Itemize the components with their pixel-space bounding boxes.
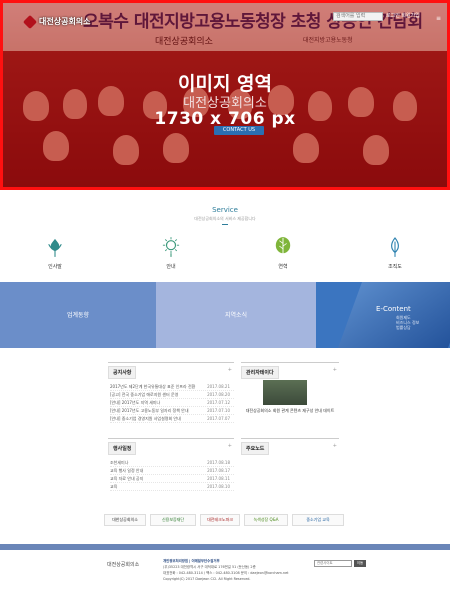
partner-logo[interactable]: 신용보증재단 xyxy=(150,514,196,526)
notice-board: 공지사항 + 2017년도 제2단계 한국유통대상 표준 인프라 전환 2017.… xyxy=(108,362,234,432)
leaf-icon xyxy=(275,237,291,257)
related-sites-select[interactable]: 관련사이트 xyxy=(314,560,352,567)
band-local-news[interactable]: 지역소식 xyxy=(156,282,316,348)
service-item-label: 조직도 xyxy=(388,264,402,270)
links-tab[interactable]: 주요노드 xyxy=(241,442,270,455)
events-board: 행사일정 + 조찬세미나 2017.08.18 교육 행사 일정 안내 2017.0… xyxy=(108,438,234,493)
news-thumbnail[interactable] xyxy=(263,380,307,405)
band-e-content[interactable]: E-Content 회원제도 비즈니스 정보 법률상담 xyxy=(316,282,450,348)
events-tab[interactable]: 행사일정 xyxy=(108,442,137,455)
service-item-greeting[interactable]: 인사말 xyxy=(25,236,85,270)
logo-mark-icon xyxy=(22,14,38,29)
more-icon[interactable]: + xyxy=(228,443,232,449)
news-tab[interactable]: 관리자테이다 xyxy=(241,366,279,379)
e-content-item[interactable]: 법률상담 xyxy=(396,325,419,330)
sun-icon xyxy=(162,237,180,257)
partner-logo[interactable]: 녹색성장 Q&A xyxy=(244,514,288,526)
e-content-items: 회원제도 비즈니스 정보 법률상담 xyxy=(396,315,419,330)
list-item[interactable]: 교육 2017.08.10 xyxy=(110,483,234,491)
band-industry-trends[interactable]: 업계동향 xyxy=(0,282,156,348)
band-label: 업계동향 xyxy=(66,312,90,319)
list-item[interactable]: [공고] 전국 중소기업 애로지원 센터 운영 2017.08.20 xyxy=(110,391,234,399)
service-divider xyxy=(222,224,228,225)
service-item-label: 인사말 xyxy=(48,264,62,270)
bloom-icon xyxy=(48,238,62,257)
site-footer: 대전상공회의소 개인정보처리방침 | 이메일무단수집거부 (우)35223 대전… xyxy=(0,550,450,600)
service-subtitle: 대전상공회의소의 서비스 제공합니다 xyxy=(194,216,256,221)
news-board: 관리자테이다 + 대전상공회의소 회원 관계 콘텐츠 재구성 안내 데이트 xyxy=(241,362,339,432)
list-item[interactable]: 교육 행사 일정 안내 2017.08.17 xyxy=(110,467,234,475)
list-item[interactable]: [안내] 중소기업 경영지원 사업설명회 안내 2017.07.07 xyxy=(110,415,234,423)
partner-logo[interactable]: 대전테크노파크 xyxy=(200,514,240,526)
e-content-title: E-Content xyxy=(376,305,411,313)
contact-us-button[interactable]: CONTACT US xyxy=(214,126,264,135)
site-logo[interactable]: 대전상공회의소 xyxy=(22,14,91,29)
links-board: 주요노드 + xyxy=(241,438,339,493)
band-label: 지역소식 xyxy=(224,312,248,319)
footer-logo: 대전상공회의소 xyxy=(107,562,140,568)
partner-logos: 대한상공회의소 신용보증재단 대전테크노파크 녹색성장 Q&A 중소기업 교육 xyxy=(104,514,348,528)
service-item-label: 안내 xyxy=(166,264,176,270)
header-search-input[interactable]: 검색어를 입력 xyxy=(333,12,383,21)
list-item[interactable]: [안내] 2017년도 지역 세미나 2017.07.12 xyxy=(110,399,234,407)
list-item[interactable]: 조찬세미나 2017.08.18 xyxy=(110,459,234,467)
more-icon[interactable]: + xyxy=(228,367,232,373)
service-item-organization[interactable]: 조직도 xyxy=(365,236,425,270)
list-item[interactable]: [안내] 2017년도 고용노동부 일자리 정책 안내 2017.07.10 xyxy=(110,407,234,415)
list-item[interactable]: 교육 자료 안내 공지 2017.08.11 xyxy=(110,475,234,483)
logo-text: 대전상공회의소 xyxy=(39,17,91,26)
list-item[interactable]: 2017년도 제2단계 한국유통대상 표준 인프라 전환 2017.08.21 xyxy=(110,383,234,391)
events-list: 조찬세미나 2017.08.18 교육 행사 일정 안내 2017.08.17 교육… xyxy=(110,459,234,491)
more-icon[interactable]: + xyxy=(333,443,337,449)
hero-banner: 오복수 대전지방고용노동청장 초청 상공인 간담회 대전상공회의소 대전지방고용… xyxy=(0,0,450,190)
service-title: Service xyxy=(212,206,238,214)
more-icon[interactable]: + xyxy=(333,367,337,373)
news-caption[interactable]: 대전상공회의소 회원 관계 콘텐츠 재구성 안내 데이트 xyxy=(241,408,339,414)
e-content-background xyxy=(337,282,450,348)
service-item-label: 연혁 xyxy=(278,264,288,270)
go-button[interactable]: 이동 xyxy=(354,560,366,567)
partner-logo[interactable]: 중소기업 교육 xyxy=(292,514,344,526)
sprout-icon xyxy=(391,237,399,257)
menu-icon[interactable]: ≡ xyxy=(436,15,441,22)
service-item-guide[interactable]: 안내 xyxy=(141,236,201,270)
header-top-links[interactable]: 로그인 회원가입 xyxy=(386,12,420,19)
service-item-history[interactable]: 연혁 xyxy=(253,236,313,270)
partner-logo[interactable]: 대한상공회의소 xyxy=(104,514,146,526)
notice-list: 2017년도 제2단계 한국유통대상 표준 인프라 전환 2017.08.21 [… xyxy=(110,383,234,423)
notice-tab[interactable]: 공지사항 xyxy=(108,366,137,379)
footer-copyright: Copyright(C) 2017 Daejeon CCI. All Right… xyxy=(163,577,251,581)
footer-info: 개인정보처리방침 | 이메일무단수집거부 (우)35223 대전광역시 서구 대… xyxy=(163,558,289,582)
